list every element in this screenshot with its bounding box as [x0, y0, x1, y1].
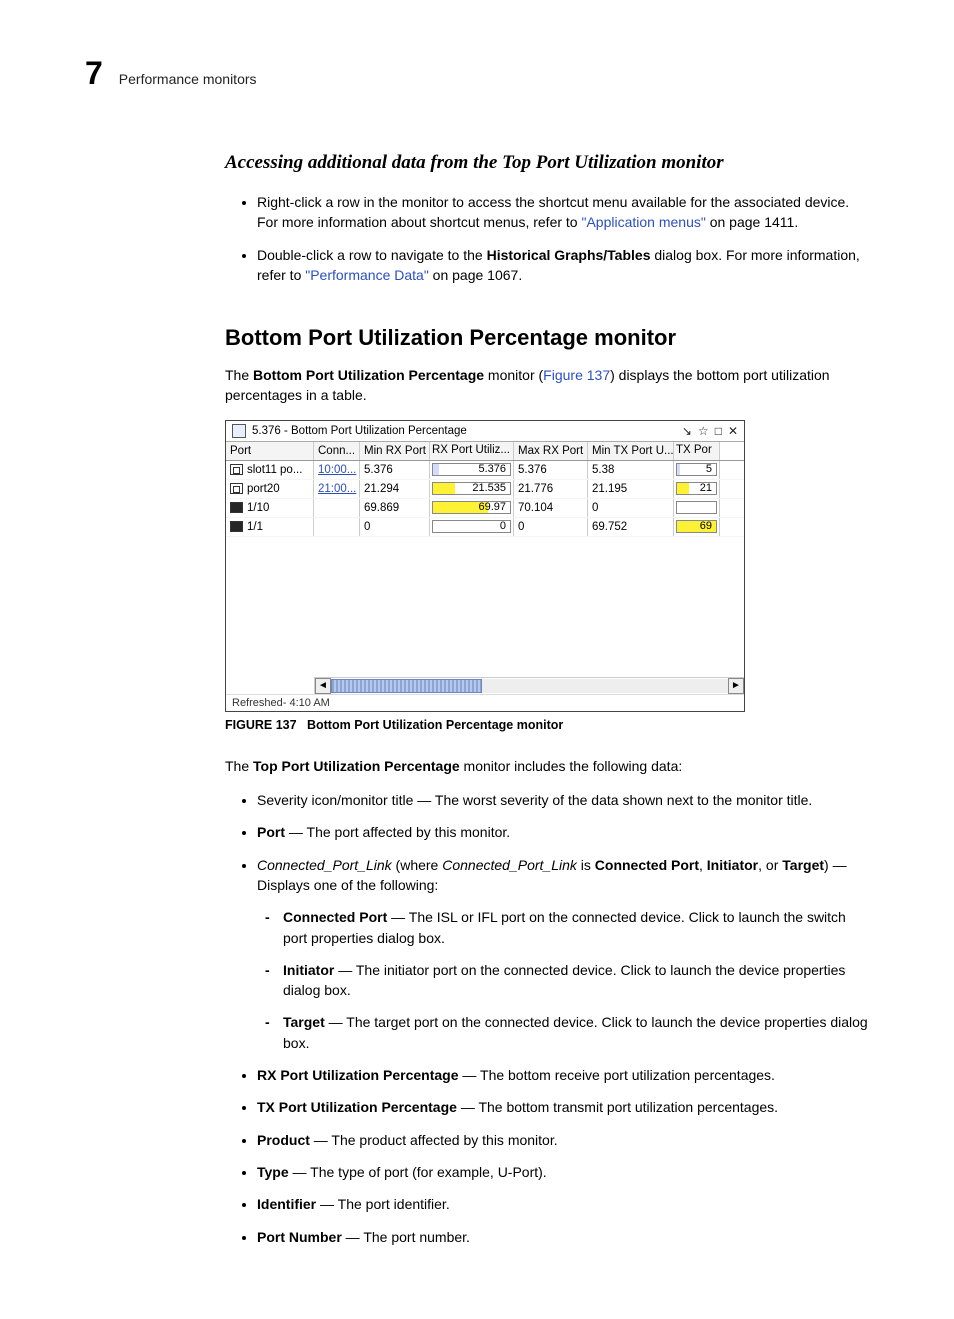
- chapter-number: 7: [85, 55, 103, 92]
- cell-max-rx: 70.104: [514, 499, 588, 517]
- cell-min-tx: 69.752: [588, 518, 674, 536]
- fields-list: Severity icon/monitor title — The worst …: [225, 790, 869, 1247]
- port-icon: [230, 521, 243, 532]
- access-item-1: Right-click a row in the monitor to acce…: [257, 192, 869, 233]
- cell-port: 1/10: [226, 499, 314, 517]
- subheading-accessing: Accessing additional data from the Top P…: [225, 152, 869, 174]
- cell-max-rx: 21.776: [514, 480, 588, 498]
- subfield-target: Target — The target port on the connecte…: [283, 1012, 869, 1053]
- intro-paragraph: The Bottom Port Utilization Percentage m…: [225, 365, 869, 406]
- cell-min-rx: 69.869: [360, 499, 430, 517]
- cell-conn: [314, 499, 360, 517]
- scroll-right-button[interactable]: ►: [728, 678, 744, 694]
- titlebar-icons: ↘ ☆ □ ✕: [682, 425, 738, 437]
- field-connected-port-link: Connected_Port_Link (where Connected_Por…: [257, 855, 869, 1053]
- scroll-thumb[interactable]: [331, 679, 482, 693]
- field-product: Product — The product affected by this m…: [257, 1130, 869, 1150]
- after-figure-paragraph: The Top Port Utilization Percentage moni…: [225, 756, 869, 776]
- col-rx[interactable]: RX Port Utiliz...: [430, 442, 514, 460]
- monitor-titlebar: 5.376 - Bottom Port Utilization Percenta…: [226, 421, 744, 442]
- cell-conn[interactable]: 21:00...: [314, 480, 360, 498]
- cell-max-rx: 5.376: [514, 461, 588, 479]
- cell-min-tx: 21.195: [588, 480, 674, 498]
- cell-min-rx: 21.294: [360, 480, 430, 498]
- close-icon[interactable]: ✕: [728, 425, 738, 437]
- table-row[interactable]: port2021:00...21.29421.53521.77621.19521: [226, 480, 744, 499]
- col-min-rx[interactable]: Min RX Port ...: [360, 442, 430, 460]
- table-empty-area: [226, 537, 744, 677]
- table-row[interactable]: slot11 po...10:00...5.3765.3765.3765.385: [226, 461, 744, 480]
- cell-conn[interactable]: 10:00...: [314, 461, 360, 479]
- link-application-menus[interactable]: "Application menus": [581, 214, 705, 230]
- cell-tx: [674, 499, 720, 517]
- cell-conn: [314, 518, 360, 536]
- port-icon: [230, 502, 243, 513]
- field-type: Type — The type of port (for example, U-…: [257, 1162, 869, 1182]
- cell-rx: 5.376: [430, 461, 514, 479]
- col-max-rx[interactable]: Max RX Port ...: [514, 442, 588, 460]
- scroll-left-button[interactable]: ◄: [315, 678, 331, 694]
- cell-port: slot11 po...: [226, 461, 314, 479]
- monitor-status-text: Refreshed- 4:10 AM: [226, 694, 744, 711]
- page-header: 7 Performance monitors: [85, 55, 869, 92]
- access-list: Right-click a row in the monitor to acce…: [225, 192, 869, 285]
- table-row[interactable]: 1/10 69.86969.9770.1040: [226, 499, 744, 518]
- cell-tx: 69: [674, 518, 720, 536]
- cell-tx: 5: [674, 461, 720, 479]
- cell-rx: 69.97: [430, 499, 514, 517]
- cell-min-rx: 5.376: [360, 461, 430, 479]
- scroll-track[interactable]: [331, 679, 728, 693]
- subfield-initiator: Initiator — The initiator port on the co…: [283, 960, 869, 1001]
- cell-port: port20: [226, 480, 314, 498]
- pin-icon[interactable]: ↘: [682, 425, 692, 437]
- field-port: Port — The port affected by this monitor…: [257, 822, 869, 842]
- cell-min-tx: 0: [588, 499, 674, 517]
- heading-bottom-port: Bottom Port Utilization Percentage monit…: [225, 325, 869, 351]
- maximize-icon[interactable]: □: [715, 425, 722, 437]
- table-header: Port Conn... Min RX Port ... RX Port Uti…: [226, 442, 744, 461]
- table-row[interactable]: 1/100069.75269: [226, 518, 744, 537]
- port-icon: [230, 464, 243, 475]
- cell-tx: 21: [674, 480, 720, 498]
- link-figure-137[interactable]: Figure 137: [543, 367, 610, 383]
- up-icon[interactable]: ☆: [698, 425, 709, 437]
- monitor-window: 5.376 - Bottom Port Utilization Percenta…: [225, 420, 745, 712]
- cell-rx: 0: [430, 518, 514, 536]
- cell-port: 1/1: [226, 518, 314, 536]
- cell-rx: 21.535: [430, 480, 514, 498]
- access-item-2: Double-click a row to navigate to the Hi…: [257, 245, 869, 286]
- table-body: slot11 po...10:00...5.3765.3765.3765.385…: [226, 461, 744, 537]
- field-tx: TX Port Utilization Percentage — The bot…: [257, 1097, 869, 1117]
- cell-min-tx: 5.38: [588, 461, 674, 479]
- cell-min-rx: 0: [360, 518, 430, 536]
- col-conn[interactable]: Conn...: [314, 442, 360, 460]
- col-min-tx[interactable]: Min TX Port U...: [588, 442, 674, 460]
- port-icon: [230, 483, 243, 494]
- col-tx[interactable]: TX Por: [674, 442, 720, 460]
- col-port[interactable]: Port: [226, 442, 314, 460]
- field-rx: RX Port Utilization Percentage — The bot…: [257, 1065, 869, 1085]
- figure-caption: FIGURE 137 Bottom Port Utilization Perce…: [225, 718, 869, 732]
- monitor-title-text: 5.376 - Bottom Port Utilization Percenta…: [252, 425, 467, 437]
- section-name: Performance monitors: [119, 71, 257, 87]
- field-port-number: Port Number — The port number.: [257, 1227, 869, 1247]
- link-performance-data[interactable]: "Performance Data": [305, 267, 429, 283]
- scrollbar-row: ◄ ►: [226, 677, 744, 694]
- field-identifier: Identifier — The port identifier.: [257, 1194, 869, 1214]
- subfield-connected-port: Connected Port — The ISL or IFL port on …: [283, 907, 869, 948]
- field-severity: Severity icon/monitor title — The worst …: [257, 790, 869, 810]
- severity-icon: [232, 424, 246, 438]
- cell-max-rx: 0: [514, 518, 588, 536]
